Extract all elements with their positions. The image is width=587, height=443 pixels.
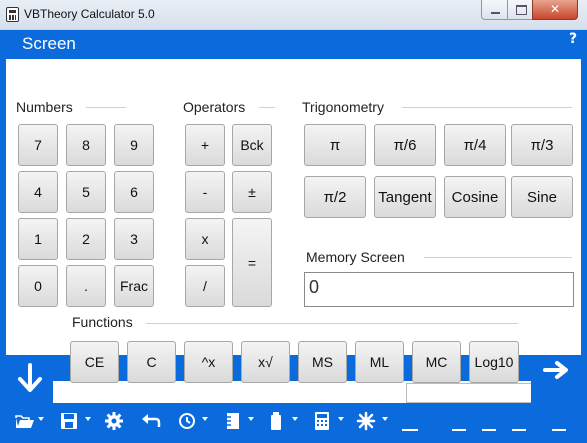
history-icon[interactable]: [176, 410, 198, 432]
minimize-dash-icon[interactable]: [402, 429, 418, 431]
key-9[interactable]: 9: [114, 124, 154, 166]
minimize-dash-icon[interactable]: [552, 429, 566, 431]
tangent-button[interactable]: Tangent: [374, 176, 436, 218]
notes-icon[interactable]: [222, 410, 244, 432]
save-dropdown-icon[interactable]: [85, 417, 91, 421]
burst-icon[interactable]: [355, 410, 377, 432]
memory-screen-heading: Memory Screen: [306, 249, 405, 265]
settings-gear-icon[interactable]: [103, 410, 125, 432]
functions-divider: [146, 323, 518, 324]
scroll-down-button[interactable]: [6, 355, 53, 403]
minimize-dash-icon[interactable]: [482, 429, 496, 431]
memory-load-button[interactable]: ML: [355, 341, 404, 383]
pi-over-2-button[interactable]: π/2: [304, 176, 366, 218]
memory-clear-button[interactable]: MC: [412, 341, 461, 383]
maximize-button[interactable]: [507, 0, 533, 20]
clear-entry-button[interactable]: CE: [70, 341, 119, 383]
calculator-dropdown-icon[interactable]: [338, 417, 344, 421]
key-8[interactable]: 8: [66, 124, 106, 166]
key-1[interactable]: 1: [18, 218, 58, 260]
arrow-down-icon: [18, 363, 42, 392]
pi-over-6-button[interactable]: π/6: [374, 124, 436, 166]
calculator-icon[interactable]: [311, 410, 333, 432]
history-dropdown-icon[interactable]: [202, 417, 208, 421]
trigonometry-divider: [402, 107, 572, 108]
key-5[interactable]: 5: [66, 171, 106, 213]
negate-button[interactable]: ±: [232, 171, 272, 213]
key-6[interactable]: 6: [114, 171, 154, 213]
help-icon[interactable]: ?: [569, 31, 577, 47]
backspace-button[interactable]: Bck: [232, 124, 272, 166]
operators-heading: Operators: [183, 99, 246, 115]
decimal-point-button[interactable]: .: [66, 265, 106, 307]
notes-dropdown-icon[interactable]: [248, 417, 254, 421]
minimize-dash-icon[interactable]: [452, 429, 466, 431]
numbers-divider: [86, 107, 126, 108]
clear-button[interactable]: C: [127, 341, 176, 383]
scroll-right-button[interactable]: [531, 355, 581, 385]
screen-title: Screen: [22, 34, 76, 53]
multiply-button[interactable]: x: [185, 218, 225, 260]
battery-dropdown-icon[interactable]: [292, 417, 298, 421]
bottom-toolbar: [0, 403, 587, 443]
open-dropdown-icon[interactable]: [38, 417, 44, 421]
functions-heading: Functions: [72, 314, 133, 330]
functions-scroll-area: [53, 381, 531, 403]
equals-button[interactable]: =: [232, 218, 272, 307]
numbers-heading: Numbers: [16, 99, 73, 115]
add-button[interactable]: +: [185, 124, 225, 166]
memory-store-button[interactable]: MS: [298, 341, 347, 383]
title-bar: VBTheory Calculator 5.0: [0, 0, 587, 30]
pi-over-3-button[interactable]: π/3: [511, 124, 573, 166]
trigonometry-heading: Trigonometry: [302, 99, 384, 115]
fraction-button[interactable]: Frac: [114, 265, 154, 307]
arrow-right-icon: [543, 361, 568, 379]
pi-over-4-button[interactable]: π/4: [444, 124, 506, 166]
battery-icon[interactable]: [265, 410, 287, 432]
divide-button[interactable]: /: [185, 265, 225, 307]
open-folder-icon[interactable]: [14, 410, 36, 432]
log10-button[interactable]: Log10: [469, 341, 519, 383]
memory-display[interactable]: 0: [304, 272, 574, 307]
close-button[interactable]: [532, 0, 578, 20]
operators-divider: [259, 107, 275, 108]
subtract-button[interactable]: -: [185, 171, 225, 213]
power-button[interactable]: ^x: [184, 341, 233, 383]
key-2[interactable]: 2: [66, 218, 106, 260]
burst-dropdown-icon[interactable]: [382, 417, 388, 421]
pi-button[interactable]: π: [304, 124, 366, 166]
root-button[interactable]: x√: [241, 341, 290, 383]
key-3[interactable]: 3: [114, 218, 154, 260]
key-7[interactable]: 7: [18, 124, 58, 166]
key-0[interactable]: 0: [18, 265, 58, 307]
cosine-button[interactable]: Cosine: [444, 176, 506, 218]
minimize-dash-icon[interactable]: [512, 429, 526, 431]
minimize-button[interactable]: [481, 0, 508, 20]
sine-button[interactable]: Sine: [511, 176, 573, 218]
memory-screen-divider: [424, 257, 572, 258]
undo-icon[interactable]: [140, 410, 162, 432]
key-4[interactable]: 4: [18, 171, 58, 213]
calculator-app-icon: [6, 7, 19, 22]
window-title: VBTheory Calculator 5.0: [24, 7, 155, 21]
save-icon[interactable]: [58, 410, 80, 432]
